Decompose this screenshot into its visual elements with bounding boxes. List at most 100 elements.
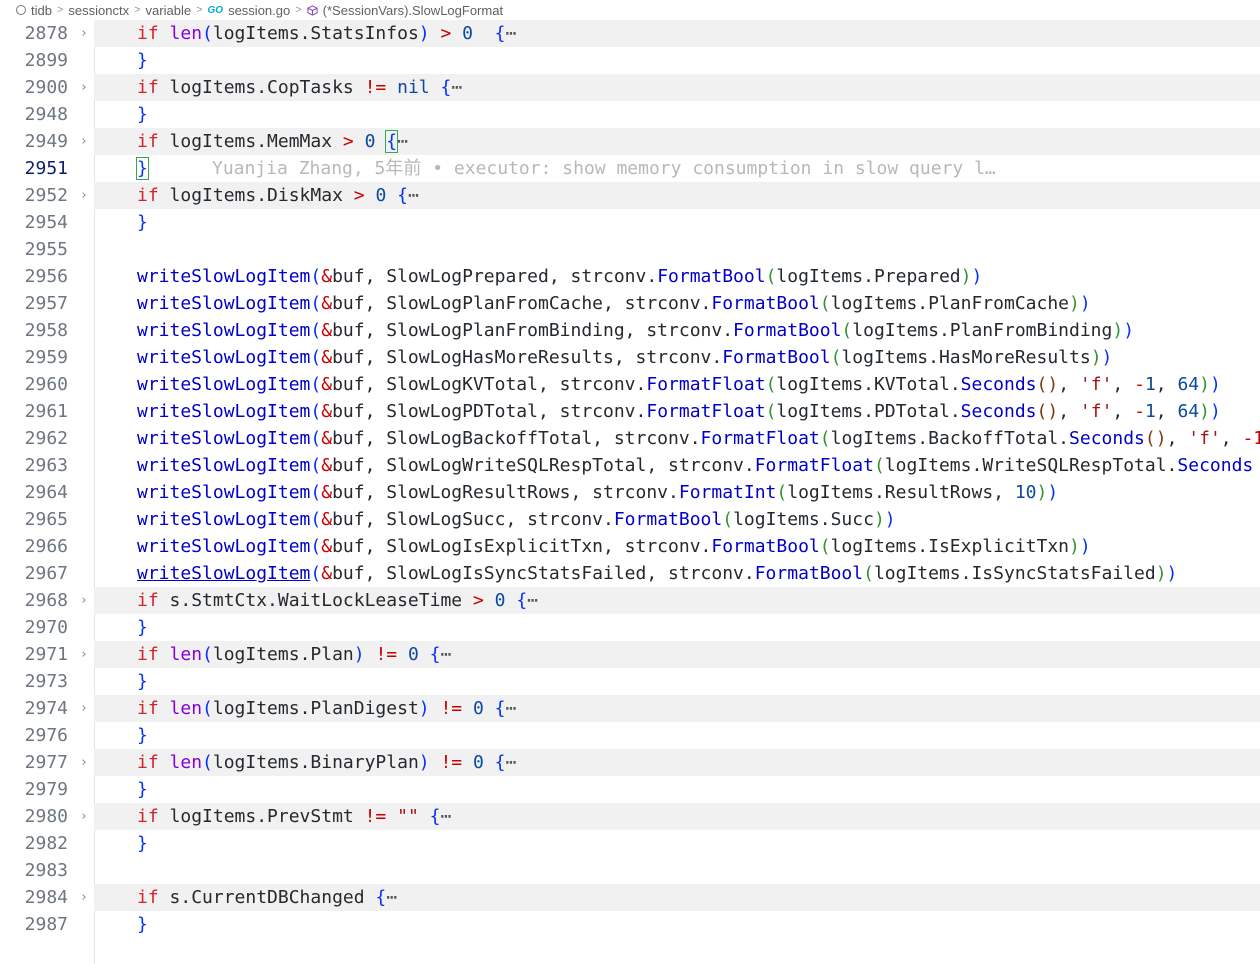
code-token: (: [722, 509, 734, 530]
code-line[interactable]: 2968 › if s.StmtCtx.WaitLockLeaseTime > 0 …: [0, 587, 1260, 614]
fold-chevron-icon[interactable]: ›: [78, 695, 90, 722]
code-line[interactable]: 2962 writeSlowLogItem(&buf, SlowLogBackof…: [0, 425, 1260, 452]
code-token: writeSlowLogItem: [137, 347, 311, 368]
code-token: buf, SlowLogPDTotal, strconv.: [332, 401, 647, 422]
code-line[interactable]: 2966 writeSlowLogItem(&buf, SlowLogIsExpl…: [0, 533, 1260, 560]
code-line[interactable]: 2983: [0, 857, 1260, 884]
code-line[interactable]: 2878 › if len(logItems.StatsInfos) > 0 {⋯: [0, 20, 1260, 47]
code-text: writeSlowLogItem(&buf, SlowLogPDTotal, s…: [137, 398, 1221, 425]
code-token: buf, SlowLogWriteSQLRespTotal, strconv.: [332, 455, 755, 476]
code-line[interactable]: 2973}: [0, 668, 1260, 695]
code-token: !=: [364, 77, 398, 98]
code-line[interactable]: 2954}: [0, 209, 1260, 236]
code-token: ): [1210, 374, 1221, 395]
code-line[interactable]: 2900 › if logItems.CopTasks != nil {⋯: [0, 74, 1260, 101]
fold-chevron-icon[interactable]: ›: [78, 587, 90, 614]
code-token: logItems.Plan: [212, 644, 354, 665]
code-line[interactable]: 2949 › if logItems.MemMax > 0 {⋯: [0, 128, 1260, 155]
fold-chevron-icon[interactable]: ›: [78, 182, 90, 209]
code-line[interactable]: 2961 writeSlowLogItem(&buf, SlowLogPDTota…: [0, 398, 1260, 425]
code-line[interactable]: 2958 writeSlowLogItem(&buf, SlowLogPlanFr…: [0, 317, 1260, 344]
code-token: (: [202, 644, 213, 665]
code-token: (: [765, 374, 777, 395]
code-line[interactable]: 2899}: [0, 47, 1260, 74]
code-line[interactable]: 2984 › if s.CurrentDBChanged {⋯: [0, 884, 1260, 911]
code-token: logItems.StatsInfos: [212, 23, 419, 44]
code-token: >: [472, 590, 495, 611]
code-line[interactable]: 2952 › if logItems.DiskMax > 0 {⋯: [0, 182, 1260, 209]
code-token: ,: [1166, 428, 1189, 449]
code-token: ): [1036, 482, 1048, 503]
code-line[interactable]: 2965 writeSlowLogItem(&buf, SlowLogSucc, …: [0, 506, 1260, 533]
code-line[interactable]: 2963 writeSlowLogItem(&buf, SlowLogWriteS…: [0, 452, 1260, 479]
code-text: if len(logItems.BinaryPlan) != 0 {⋯: [137, 749, 516, 776]
code-token: if: [137, 752, 170, 773]
code-editor[interactable]: 2878 › if len(logItems.StatsInfos) > 0 {⋯ 2…: [0, 20, 1260, 964]
code-token: writeSlowLogItem: [137, 455, 311, 476]
code-token: ⋯: [505, 698, 517, 719]
line-number: 2899: [24, 50, 68, 71]
code-token: logItems.HasMoreResults: [841, 347, 1091, 368]
line-number: 2878: [24, 23, 68, 44]
code-line[interactable]: 2970}: [0, 614, 1260, 641]
code-token: &: [321, 293, 333, 314]
git-blame-annotation[interactable]: Yuanjia Zhang, 5年前 • executor: show memo…: [212, 155, 996, 182]
code-token: writeSlowLogItem: [137, 293, 311, 314]
code-token: &: [321, 536, 333, 557]
code-token: (: [310, 293, 322, 314]
fold-chevron-icon[interactable]: ›: [78, 803, 90, 830]
code-line[interactable]: 2960 writeSlowLogItem(&buf, SlowLogKVTota…: [0, 371, 1260, 398]
code-token: buf, SlowLogBackoffTotal, strconv.: [332, 428, 701, 449]
code-line[interactable]: 2976}: [0, 722, 1260, 749]
code-token: {: [418, 806, 441, 827]
code-token: }: [137, 725, 148, 746]
code-line[interactable]: 2964 writeSlowLogItem(&buf, SlowLogResult…: [0, 479, 1260, 506]
code-line[interactable]: 2957 writeSlowLogItem(&buf, SlowLogPlanFr…: [0, 290, 1260, 317]
breadcrumb-item-symbol[interactable]: (*SessionVars).SlowLogFormat: [307, 3, 503, 18]
fold-chevron-icon[interactable]: ›: [78, 749, 90, 776]
code-line[interactable]: 2982}: [0, 830, 1260, 857]
line-number: 2987: [24, 914, 68, 935]
code-token: if: [137, 887, 170, 908]
code-text: if len(logItems.StatsInfos) > 0 {⋯: [137, 20, 516, 47]
code-line[interactable]: 2948}: [0, 101, 1260, 128]
code-line[interactable]: 2977 › if len(logItems.BinaryPlan) != 0 {⋯: [0, 749, 1260, 776]
breadcrumb-item-sessionctx[interactable]: sessionctx: [68, 3, 129, 18]
code-token: ⋯: [386, 887, 398, 908]
code-line[interactable]: 2959 writeSlowLogItem(&buf, SlowLogHasMor…: [0, 344, 1260, 371]
line-number: 2984: [24, 887, 68, 908]
code-token: 10: [1014, 482, 1037, 503]
code-line[interactable]: 2967 writeSlowLogItem(&buf, SlowLogIsSync…: [0, 560, 1260, 587]
code-token: ): [1069, 536, 1080, 557]
code-token: FormatBool: [613, 509, 723, 530]
code-line[interactable]: 2951} Yuanjia Zhang, 5年前 • executor: show…: [0, 155, 1260, 182]
code-line[interactable]: 2974 › if len(logItems.PlanDigest) != 0 {⋯: [0, 695, 1260, 722]
breadcrumb-item-file[interactable]: GO session.go: [208, 3, 291, 18]
code-token: writeSlowLogItem: [137, 320, 311, 341]
fold-chevron-icon[interactable]: ›: [78, 884, 90, 911]
code-line[interactable]: 2955: [0, 236, 1260, 263]
method-icon: [307, 4, 318, 16]
code-line[interactable]: 2956 writeSlowLogItem(&buf, SlowLogPrepar…: [0, 263, 1260, 290]
code-line[interactable]: 2979}: [0, 776, 1260, 803]
line-number: 2961: [24, 401, 68, 422]
fold-chevron-icon[interactable]: ›: [78, 20, 90, 47]
code-token: ): [971, 266, 983, 287]
code-text: writeSlowLogItem(&buf, SlowLogBackoffTot…: [137, 425, 1260, 452]
code-line[interactable]: 2987}: [0, 911, 1260, 938]
code-token: >: [342, 131, 365, 152]
code-token: ): [960, 266, 972, 287]
breadcrumb-item-variable[interactable]: variable: [146, 3, 192, 18]
line-number: 2949: [24, 131, 68, 152]
breadcrumb-item-repo[interactable]: tidb: [16, 3, 52, 18]
code-token: 0: [472, 698, 495, 719]
fold-chevron-icon[interactable]: ›: [78, 641, 90, 668]
code-line[interactable]: 2980 › if logItems.PrevStmt != "" {⋯: [0, 803, 1260, 830]
fold-chevron-icon[interactable]: ›: [78, 128, 90, 155]
fold-chevron-icon[interactable]: ›: [78, 74, 90, 101]
code-line[interactable]: 2971 › if len(logItems.Plan) != 0 {⋯: [0, 641, 1260, 668]
code-token: (: [765, 401, 777, 422]
code-token: buf, SlowLogPlanFromCache, strconv.: [332, 293, 712, 314]
code-token: buf, SlowLogSucc, strconv.: [332, 509, 614, 530]
code-token: ⋯: [440, 806, 452, 827]
